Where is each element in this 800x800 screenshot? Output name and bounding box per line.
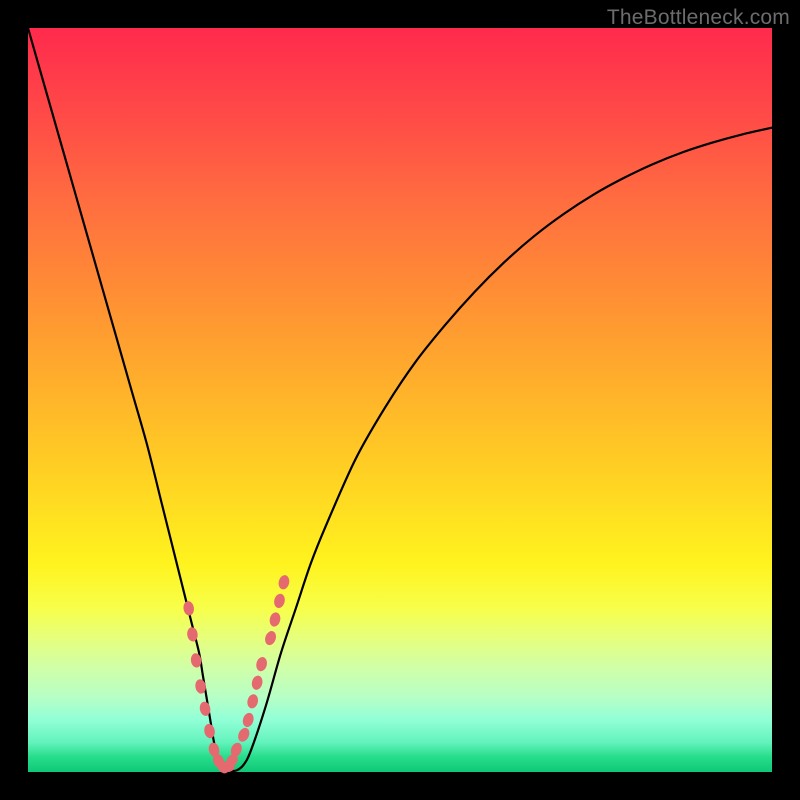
data-marker [246,693,259,709]
data-marker [263,630,278,647]
data-marker [236,726,252,744]
plot-area [28,28,772,772]
data-marker [250,675,263,691]
data-marker [277,574,290,590]
bottleneck-curve [28,28,772,771]
data-marker [273,593,286,609]
data-marker [255,656,268,672]
data-marker [241,712,255,729]
data-marker [183,600,195,616]
chart-svg [28,28,772,772]
data-marker [268,611,281,627]
watermark-text: TheBottleneck.com [607,6,790,30]
